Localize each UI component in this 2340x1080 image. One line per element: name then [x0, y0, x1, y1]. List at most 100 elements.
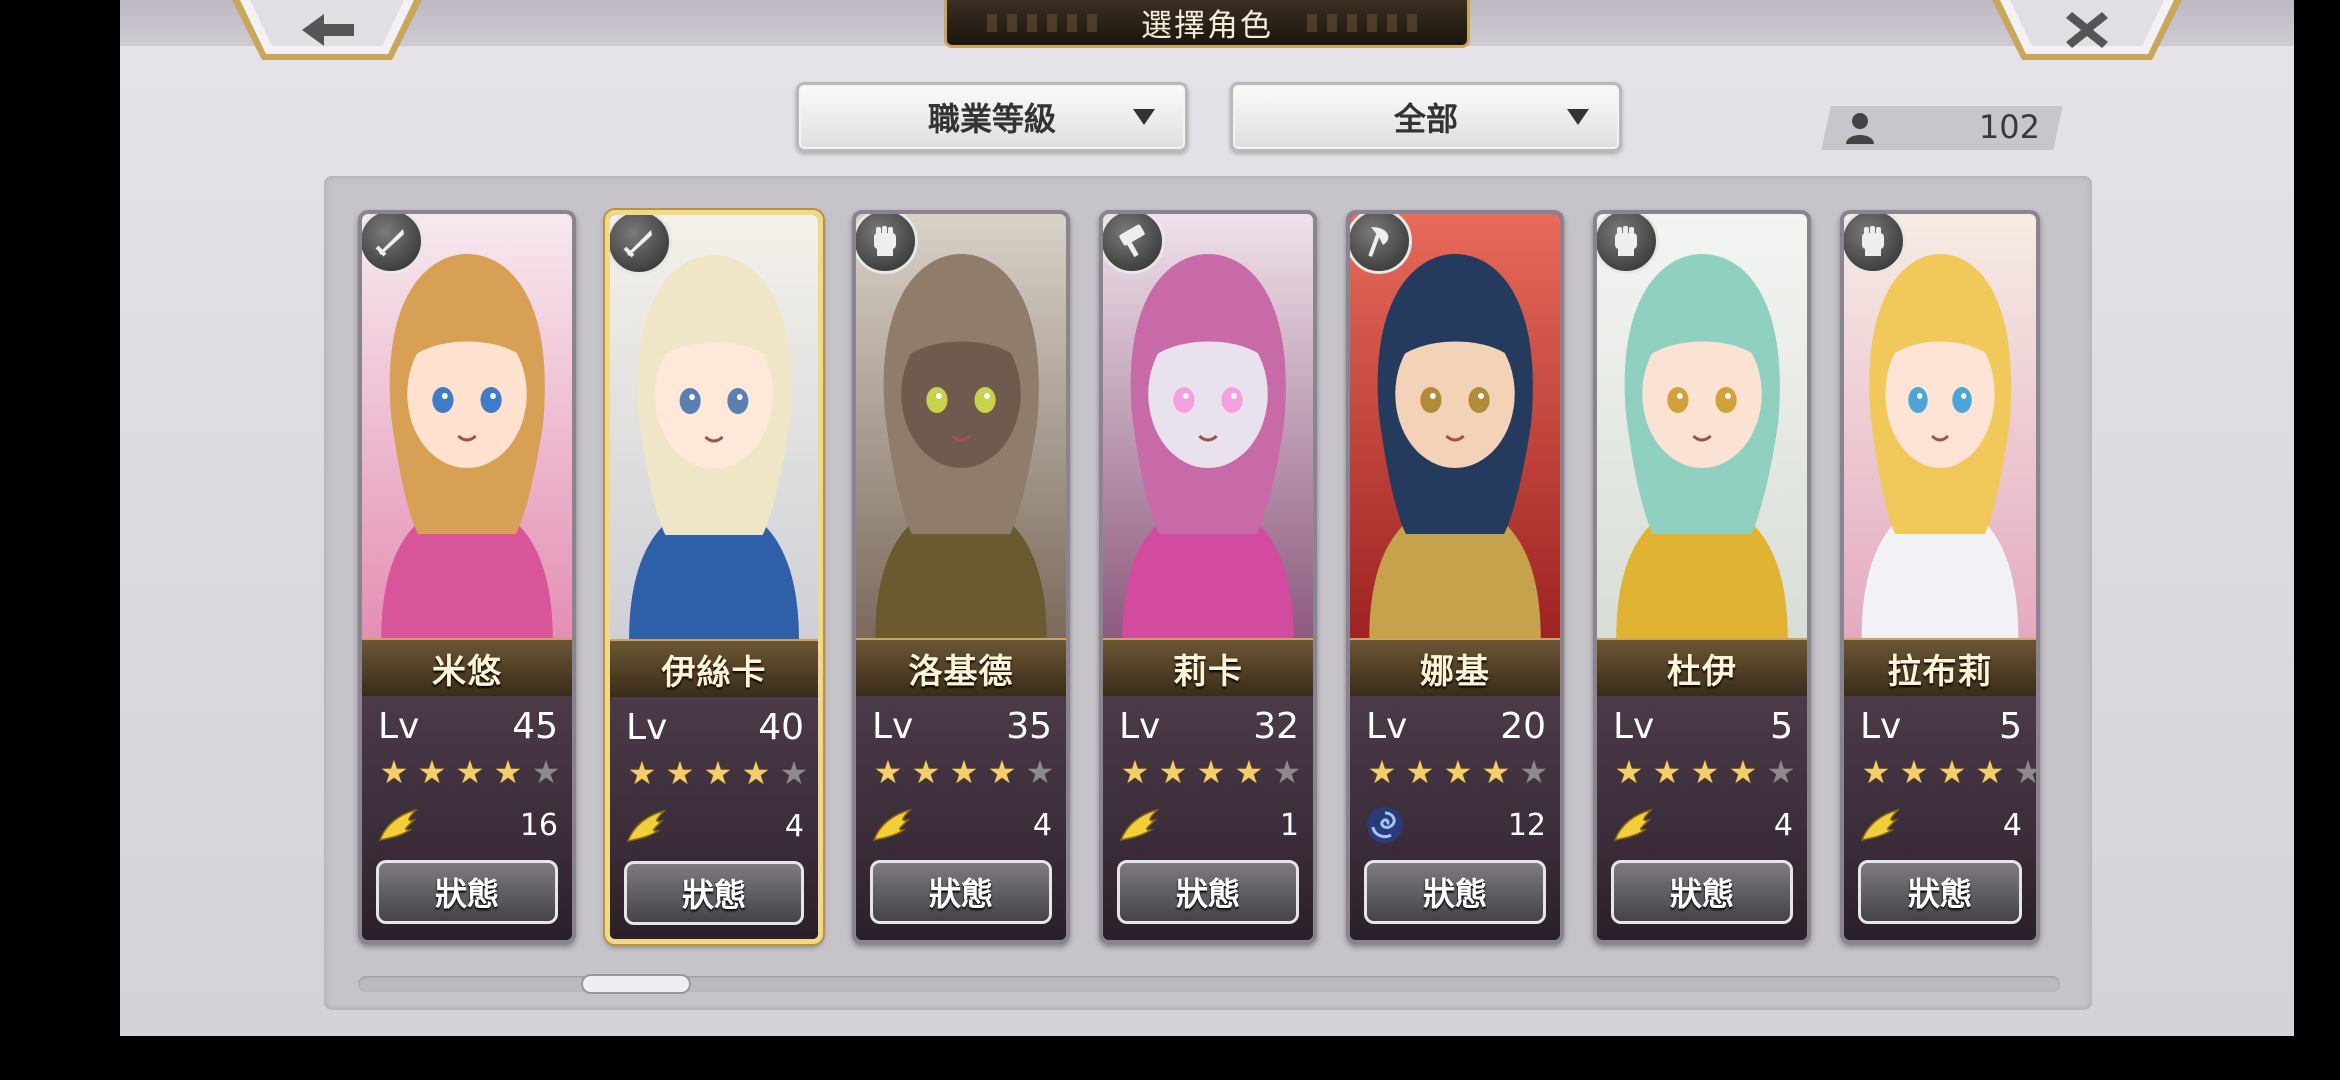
status-button[interactable]: 狀態: [1364, 860, 1546, 924]
level-row: Lv 5: [1613, 706, 1793, 750]
level-row: Lv 40: [626, 707, 804, 751]
status-button[interactable]: 狀態: [1858, 860, 2022, 924]
fist-icon: [1615, 226, 1637, 256]
skill-count: 16: [519, 808, 558, 843]
character-card[interactable]: 伊絲卡 Lv 40 ★ ★ ★ ★ ★ 4 狀態: [605, 210, 823, 944]
star-icon: ★: [1690, 753, 1720, 791]
status-button[interactable]: 狀態: [624, 861, 804, 925]
character-name-bar: 洛基德: [856, 638, 1066, 698]
star-icon: ★: [1025, 753, 1055, 791]
character-name: 莉卡: [1173, 651, 1243, 692]
horizontal-scrollbar[interactable]: [358, 974, 2060, 994]
hammer-icon: [1119, 224, 1145, 258]
star-icon: ★: [455, 753, 485, 791]
character-portrait: [610, 215, 818, 639]
status-button-label: 狀態: [1669, 875, 1734, 913]
character-card[interactable]: 米悠 Lv 45 ★ ★ ★ ★ ★ 16 狀態: [358, 210, 576, 944]
wing-icon: [378, 808, 418, 842]
class-badge: [610, 215, 672, 275]
skill-count: 4: [784, 809, 804, 844]
class-sort-dropdown[interactable]: 職業等級: [796, 82, 1188, 152]
skill-count: 1: [1279, 808, 1299, 843]
sword-icon: [375, 229, 404, 257]
character-portrait: [1844, 214, 2036, 638]
status-button-label: 狀態: [1907, 875, 1972, 913]
character-name-bar: 米悠: [362, 638, 572, 698]
category-filter-dropdown[interactable]: 全部: [1230, 82, 1622, 152]
character-card[interactable]: 莉卡 Lv 32 ★ ★ ★ ★ ★ 1 狀態: [1099, 210, 1317, 944]
star-icon: ★: [1766, 753, 1796, 791]
level-label: Lv: [626, 707, 668, 748]
star-icon: ★: [1481, 753, 1511, 791]
character-card[interactable]: 洛基德 Lv 35 ★ ★ ★ ★ ★ 4 狀態: [852, 210, 1070, 944]
page-title: 選擇角色: [1141, 8, 1273, 44]
wing-icon: [1119, 808, 1159, 842]
chevron-down-icon: [1133, 109, 1155, 125]
class-badge: [1844, 214, 1906, 274]
level-label: Lv: [1860, 706, 1902, 747]
character-card[interactable]: 娜基 Lv 20 ★ ★ ★ ★ ★ 12 狀態: [1346, 210, 1564, 944]
skill-row: 12: [1364, 804, 1546, 848]
rarity-stars: ★ ★ ★ ★ ★: [1611, 754, 1799, 790]
character-info: Lv 5 ★ ★ ★ ★ ★ 4 狀態: [1844, 696, 2036, 940]
level-value: 20: [1500, 706, 1546, 747]
character-info: Lv 45 ★ ★ ★ ★ ★ 16 狀態: [362, 696, 572, 940]
character-card[interactable]: 拉布莉 Lv 5 ★ ★ ★ ★ ★ 4 狀態: [1840, 210, 2040, 944]
level-label: Lv: [1613, 706, 1655, 747]
star-icon: ★: [1405, 753, 1435, 791]
star-icon: ★: [703, 754, 733, 792]
star-icon: ★: [911, 753, 941, 791]
level-label: Lv: [1119, 706, 1161, 747]
character-name: 拉布莉: [1887, 651, 1993, 692]
status-button-label: 狀態: [1422, 875, 1487, 913]
class-badge: [1597, 214, 1659, 274]
character-name: 洛基德: [908, 651, 1014, 692]
wing-icon: [626, 809, 666, 843]
character-info: Lv 35 ★ ★ ★ ★ ★ 4 狀態: [856, 696, 1066, 940]
character-portrait: [856, 214, 1066, 638]
level-label: Lv: [378, 706, 420, 747]
axe-icon: [1368, 227, 1389, 257]
character-card[interactable]: 杜伊 Lv 5 ★ ★ ★ ★ ★ 4 狀態: [1593, 210, 1811, 944]
character-name: 米悠: [432, 651, 502, 692]
level-value: 5: [1999, 706, 2022, 747]
back-button[interactable]: [232, 0, 422, 62]
skill-count: 4: [1773, 808, 1793, 843]
character-portrait: [1597, 214, 1807, 638]
level-row: Lv 32: [1119, 706, 1299, 750]
fist-icon: [1862, 226, 1884, 256]
star-icon: ★: [949, 753, 979, 791]
close-button[interactable]: [1992, 0, 2182, 62]
character-portrait: [1350, 214, 1560, 638]
status-button[interactable]: 狀態: [870, 860, 1052, 924]
rarity-stars: ★ ★ ★ ★ ★: [1117, 754, 1305, 790]
class-badge: [362, 214, 424, 274]
level-value: 35: [1006, 706, 1052, 747]
status-button[interactable]: 狀態: [1117, 860, 1299, 924]
star-icon: ★: [665, 754, 695, 792]
level-value: 5: [1770, 706, 1793, 747]
arrow-left-icon: [232, 0, 422, 60]
swirl-icon: [1367, 807, 1403, 843]
title-ornament-left: [987, 14, 1107, 32]
character-info: Lv 5 ★ ★ ★ ★ ★ 4 狀態: [1597, 696, 1807, 940]
star-icon: ★: [987, 753, 1017, 791]
character-info: Lv 40 ★ ★ ★ ★ ★ 4 狀態: [610, 697, 818, 939]
wing-icon: [1613, 808, 1653, 842]
skill-row: 4: [1858, 804, 2022, 848]
rarity-stars: ★ ★ ★ ★ ★: [624, 755, 812, 791]
chevron-down-icon: [1567, 109, 1589, 125]
status-button[interactable]: 狀態: [1611, 860, 1793, 924]
star-icon: ★: [417, 753, 447, 791]
star-icon: ★: [2013, 753, 2040, 791]
star-icon: ★: [1728, 753, 1758, 791]
status-button-label: 狀態: [434, 875, 499, 913]
character-name: 杜伊: [1667, 651, 1737, 692]
scrollbar-thumb[interactable]: [581, 974, 691, 994]
fist-icon: [874, 226, 896, 256]
level-row: Lv 5: [1860, 706, 2022, 750]
level-row: Lv 45: [378, 706, 558, 750]
class-sort-label: 職業等級: [927, 100, 1056, 138]
status-button[interactable]: 狀態: [376, 860, 558, 924]
close-icon: [1992, 0, 2182, 60]
